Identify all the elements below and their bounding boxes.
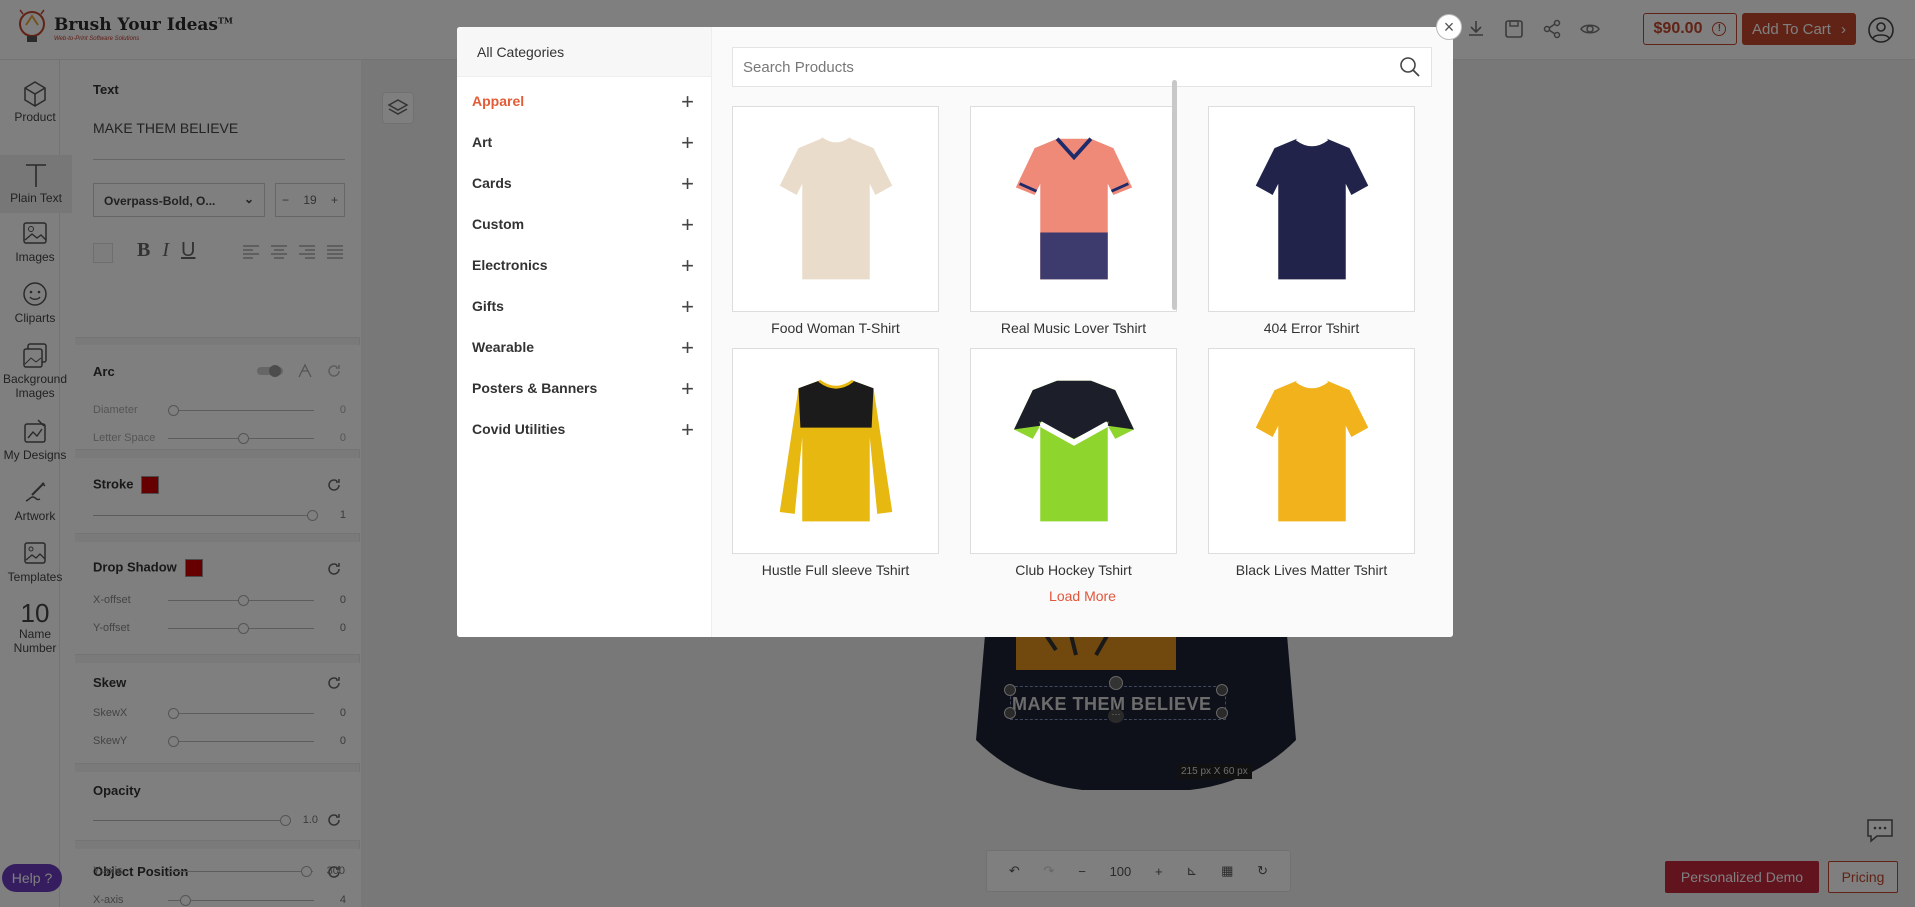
expand-plus-icon[interactable]: + <box>681 327 694 368</box>
tshirt-image <box>779 379 892 522</box>
product-name[interactable]: Hustle Full sleeve Tshirt <box>732 562 939 578</box>
product-card[interactable]: 404 Error Tshirt <box>1208 106 1415 336</box>
all-categories-header[interactable]: All Categories <box>457 27 711 77</box>
product-card[interactable]: Food Woman T-Shirt <box>732 106 939 336</box>
tshirt-image <box>1255 379 1368 522</box>
product-image[interactable] <box>1208 348 1415 554</box>
category-item[interactable]: Cards + <box>457 163 711 204</box>
category-label: Gifts <box>472 298 504 314</box>
close-modal-button[interactable]: × <box>1436 14 1462 40</box>
expand-plus-icon[interactable]: + <box>681 286 694 327</box>
product-search-box[interactable] <box>732 47 1432 87</box>
product-image[interactable] <box>970 348 1177 554</box>
product-name[interactable]: Club Hockey Tshirt <box>970 562 1177 578</box>
product-card[interactable]: Club Hockey Tshirt <box>970 348 1177 578</box>
expand-plus-icon[interactable]: + <box>681 204 694 245</box>
product-image[interactable] <box>970 106 1177 312</box>
category-label: Wearable <box>472 339 534 355</box>
category-item[interactable]: Posters & Banners + <box>457 368 711 409</box>
category-item[interactable]: Gifts + <box>457 286 711 327</box>
category-label: Art <box>472 134 493 150</box>
product-image[interactable] <box>732 106 939 312</box>
category-label: Covid Utilities <box>472 421 566 437</box>
product-name[interactable]: 404 Error Tshirt <box>1208 320 1415 336</box>
product-card[interactable]: Black Lives Matter Tshirt <box>1208 348 1415 578</box>
expand-plus-icon[interactable]: + <box>681 245 694 286</box>
category-item[interactable]: Covid Utilities + <box>457 409 711 450</box>
category-label: Electronics <box>472 257 548 273</box>
tshirt-image <box>1013 380 1134 522</box>
category-list: All Categories Apparel + Art + Cards + Custom +… <box>457 27 712 637</box>
product-list-pane: Food Woman T-Shirt Real Music Lover Tshi… <box>712 27 1453 637</box>
tshirt-image <box>779 137 892 280</box>
product-image[interactable] <box>732 348 939 554</box>
product-selector-modal: All Categories Apparel + Art + Cards + Custom +… <box>457 27 1453 637</box>
category-item[interactable]: Apparel + <box>457 81 711 122</box>
tshirt-image <box>1255 137 1368 280</box>
product-name[interactable]: Food Woman T-Shirt <box>732 320 939 336</box>
category-label: Apparel <box>472 93 525 109</box>
product-image[interactable] <box>1208 106 1415 312</box>
category-label: Cards <box>472 175 512 191</box>
search-icon[interactable] <box>1399 56 1421 78</box>
category-item[interactable]: Electronics + <box>457 245 711 286</box>
product-card[interactable]: Hustle Full sleeve Tshirt <box>732 348 939 578</box>
category-item[interactable]: Art + <box>457 122 711 163</box>
category-label: Posters & Banners <box>472 380 598 396</box>
category-item[interactable]: Custom + <box>457 204 711 245</box>
product-search-input[interactable] <box>743 58 1399 76</box>
product-name[interactable]: Black Lives Matter Tshirt <box>1208 562 1415 578</box>
tshirt-image <box>1015 137 1132 280</box>
category-label: Custom <box>472 216 525 232</box>
expand-plus-icon[interactable]: + <box>681 163 694 204</box>
product-grid-scrollbar[interactable] <box>1172 80 1177 310</box>
category-item[interactable]: Wearable + <box>457 327 711 368</box>
product-card[interactable]: Real Music Lover Tshirt <box>970 106 1177 336</box>
product-name[interactable]: Real Music Lover Tshirt <box>970 320 1177 336</box>
expand-plus-icon[interactable]: + <box>681 409 694 450</box>
expand-plus-icon[interactable]: + <box>681 122 694 163</box>
load-more-link[interactable]: Load More <box>712 588 1453 604</box>
expand-plus-icon[interactable]: + <box>681 368 694 409</box>
close-icon: × <box>1443 16 1455 37</box>
expand-plus-icon[interactable]: + <box>681 81 694 122</box>
